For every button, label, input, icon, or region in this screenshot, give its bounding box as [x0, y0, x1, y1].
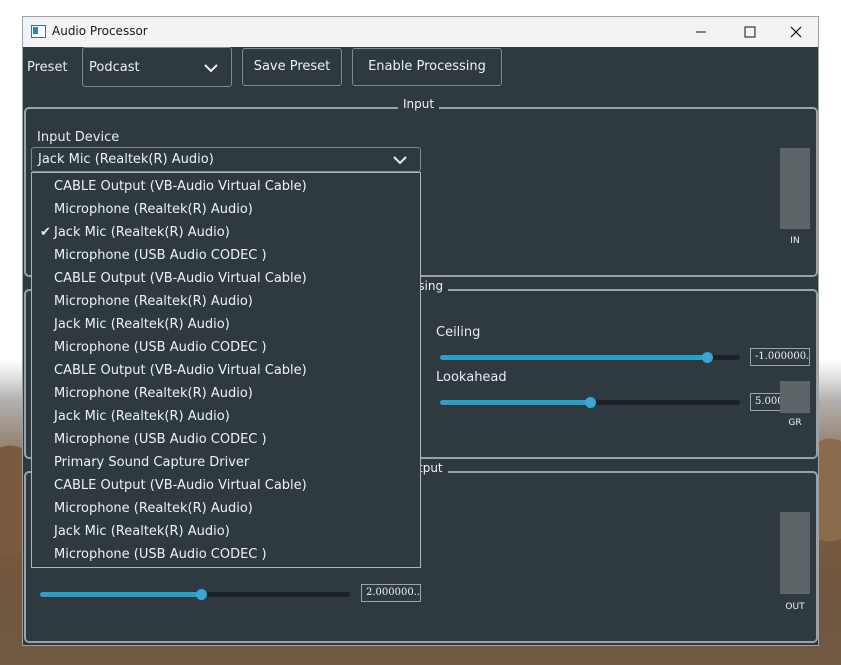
output-level-meter [780, 512, 810, 594]
dropdown-option[interactable]: Microphone (USB Audio CODEC ) [32, 244, 420, 267]
dropdown-option-label: CABLE Output (VB-Audio Virtual Cable) [54, 179, 307, 194]
dropdown-option-label: Microphone (Realtek(R) Audio) [54, 202, 253, 217]
output-gain-slider-fill [40, 592, 201, 597]
dropdown-option[interactable]: Microphone (Realtek(R) Audio) [32, 290, 420, 313]
input-group-title: Input [398, 97, 440, 111]
dropdown-option-label: Microphone (USB Audio CODEC ) [54, 340, 267, 355]
dropdown-option[interactable]: CABLE Output (VB-Audio Virtual Cable) [32, 267, 420, 290]
close-button[interactable] [773, 17, 819, 47]
dropdown-option[interactable]: Jack Mic (Realtek(R) Audio) [32, 313, 420, 336]
output-gain-value-field[interactable]: 2.000000... [361, 584, 421, 602]
lookahead-slider-handle[interactable] [585, 397, 596, 408]
dropdown-option-label: Jack Mic (Realtek(R) Audio) [54, 409, 230, 424]
dropdown-option-label: Microphone (USB Audio CODEC ) [54, 432, 267, 447]
dropdown-option-label: Primary Sound Capture Driver [54, 455, 250, 470]
dropdown-option-label: Microphone (Realtek(R) Audio) [54, 386, 253, 401]
input-device-value: Jack Mic (Realtek(R) Audio) [38, 152, 214, 167]
output-gain-slider-handle[interactable] [196, 589, 207, 600]
gr-meter-label: GR [788, 418, 802, 428]
dropdown-option[interactable]: Microphone (USB Audio CODEC ) [32, 428, 420, 451]
close-icon [790, 26, 802, 38]
ceiling-value-field[interactable]: -1.000000... [750, 348, 810, 366]
input-device-label: Input Device [37, 130, 120, 145]
dropdown-option-label: Microphone (Realtek(R) Audio) [54, 294, 253, 309]
out-meter-label: OUT [785, 602, 805, 612]
dropdown-option-label: Jack Mic (Realtek(R) Audio) [54, 317, 230, 332]
dropdown-option-label: CABLE Output (VB-Audio Virtual Cable) [54, 363, 307, 378]
chevron-down-icon [393, 156, 407, 165]
dropdown-option[interactable]: Microphone (USB Audio CODEC ) [32, 543, 420, 566]
dropdown-option[interactable]: CABLE Output (VB-Audio Virtual Cable) [32, 359, 420, 382]
save-preset-button[interactable]: Save Preset [242, 48, 342, 86]
dropdown-option[interactable]: Microphone (Realtek(R) Audio) [32, 198, 420, 221]
dropdown-option[interactable]: Microphone (Realtek(R) Audio) [32, 497, 420, 520]
lookahead-slider-fill [440, 400, 590, 405]
maximize-icon [744, 26, 756, 38]
ceiling-label: Ceiling [436, 325, 481, 340]
dropdown-option-label: Jack Mic (Realtek(R) Audio) [54, 524, 230, 539]
gain-reduction-meter [780, 381, 810, 413]
maximize-button[interactable] [727, 17, 773, 47]
dropdown-option[interactable]: Microphone (Realtek(R) Audio) [32, 382, 420, 405]
preset-label: Preset [27, 60, 68, 75]
dropdown-option[interactable]: Microphone (USB Audio CODEC ) [32, 336, 420, 359]
dropdown-option-label: Jack Mic (Realtek(R) Audio) [54, 225, 230, 240]
lookahead-label: Lookahead [436, 370, 507, 385]
dropdown-option[interactable]: Jack Mic (Realtek(R) Audio) [32, 405, 420, 428]
input-device-combo[interactable]: Jack Mic (Realtek(R) Audio) [31, 147, 421, 172]
preset-combo[interactable]: Podcast [82, 47, 232, 87]
chevron-down-icon [204, 64, 218, 73]
audio-processor-window: Audio Processor Preset Podcast Save Pres… [22, 16, 819, 646]
dropdown-option[interactable]: Primary Sound Capture Driver [32, 451, 420, 474]
checkmark-icon: ✔ [40, 225, 51, 240]
dropdown-option-label: Microphone (USB Audio CODEC ) [54, 248, 267, 263]
app-icon [31, 25, 46, 38]
dropdown-option[interactable]: Jack Mic (Realtek(R) Audio) [32, 520, 420, 543]
dropdown-option[interactable]: CABLE Output (VB-Audio Virtual Cable) [32, 175, 420, 198]
dropdown-option[interactable]: CABLE Output (VB-Audio Virtual Cable) [32, 474, 420, 497]
dropdown-option-label: CABLE Output (VB-Audio Virtual Cable) [54, 271, 307, 286]
window-title: Audio Processor [52, 24, 148, 38]
dropdown-option-label: Microphone (USB Audio CODEC ) [54, 547, 267, 562]
input-meter-label: IN [790, 236, 800, 246]
enable-processing-button[interactable]: Enable Processing [352, 48, 502, 86]
output-gain-slider[interactable] [40, 589, 350, 600]
dropdown-option-label: CABLE Output (VB-Audio Virtual Cable) [54, 478, 307, 493]
lookahead-slider[interactable] [440, 397, 740, 408]
minimize-icon [696, 31, 706, 33]
ceiling-slider-fill [440, 355, 707, 360]
preset-combo-value: Podcast [89, 60, 140, 75]
dropdown-option-label: Microphone (Realtek(R) Audio) [54, 501, 253, 516]
dropdown-option[interactable]: ✔ Jack Mic (Realtek(R) Audio) [32, 221, 420, 244]
input-device-dropdown-list: CABLE Output (VB-Audio Virtual Cable) Mic… [31, 172, 421, 568]
ceiling-slider-handle[interactable] [702, 352, 713, 363]
title-bar[interactable]: Audio Processor [23, 17, 818, 47]
main-content: Preset Podcast Save Preset Enable Proces… [23, 47, 818, 645]
ceiling-slider[interactable] [440, 352, 740, 363]
minimize-button[interactable] [678, 17, 724, 47]
input-level-meter [780, 148, 810, 229]
